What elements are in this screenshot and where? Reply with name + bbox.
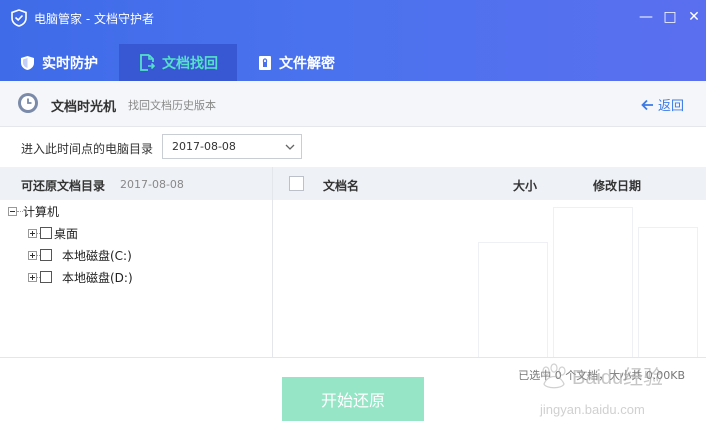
date-selector-label: 进入此时间点的电脑目录 xyxy=(21,142,154,156)
date-dropdown-value: 2017-08-08 xyxy=(172,140,236,153)
tree-checkbox[interactable] xyxy=(40,271,52,283)
window-title: 电脑管家 - 文档守护者 xyxy=(34,12,154,26)
tree-checkbox[interactable] xyxy=(40,227,52,239)
tab-document-recover[interactable]: 文档找回 xyxy=(119,44,237,81)
chevron-down-icon xyxy=(285,144,295,150)
tree-item-drive-d[interactable]: 本地磁盘(D:) xyxy=(28,267,133,287)
tab-label: 文件解密 xyxy=(279,55,335,72)
background-decoration xyxy=(478,242,548,357)
clock-icon xyxy=(18,93,38,113)
expand-icon[interactable] xyxy=(28,250,37,260)
watermark-url: jingyan.baidu.com xyxy=(539,402,645,417)
baidu-watermark-logo: Baidu经验 jingyan.baidu.com xyxy=(539,363,663,417)
tree-item-desktop[interactable]: 桌面 xyxy=(28,223,78,243)
tab-label: 实时防护 xyxy=(42,55,98,72)
directory-panel-header: 可还原文档目录 2017-08-08 xyxy=(0,167,272,200)
tab-bar: 实时防护 文档找回 文件解密 xyxy=(0,44,706,81)
arrow-left-icon xyxy=(641,99,653,110)
select-all-checkbox[interactable] xyxy=(289,176,304,191)
section-title: 文档时光机 xyxy=(51,100,117,115)
file-list-panel: 文档名 大小 修改日期 xyxy=(273,167,706,357)
directory-tree: 计算机 桌面 本地磁盘(C:) 本地磁盘(D:) xyxy=(0,200,272,357)
start-restore-button[interactable]: 开始还原 xyxy=(282,377,424,421)
tab-file-decrypt[interactable]: 文件解密 xyxy=(238,44,358,81)
directory-panel-date: 2017-08-08 xyxy=(120,178,184,191)
shield-logo-icon xyxy=(11,9,27,27)
document-restore-icon xyxy=(140,54,155,71)
maximize-button[interactable]: □ xyxy=(659,6,681,28)
header-bar: 电脑管家 - 文档守护者 — □ ✕ 实时防护 文档找回 文件解密 xyxy=(0,0,706,81)
section-subtitle: 找回文档历史版本 xyxy=(128,99,216,112)
tree-item-label: 桌面 xyxy=(54,226,79,241)
date-dropdown[interactable]: 2017-08-08 xyxy=(162,134,302,159)
file-list-header: 文档名 大小 修改日期 xyxy=(273,167,706,200)
close-button[interactable]: ✕ xyxy=(683,6,705,28)
expand-icon[interactable] xyxy=(28,228,37,238)
title-bar: 电脑管家 - 文档守护者 — □ ✕ xyxy=(0,0,706,36)
minimize-button[interactable]: — xyxy=(635,6,657,28)
tree-item-label: 本地磁盘(D:) xyxy=(62,270,133,285)
column-header-name[interactable]: 文档名 xyxy=(323,177,359,194)
column-header-date[interactable]: 修改日期 xyxy=(593,177,641,194)
section-header: 文档时光机 找回文档历史版本 返回 xyxy=(0,81,706,127)
collapse-icon[interactable] xyxy=(8,206,17,216)
shield-icon xyxy=(21,55,34,70)
tree-item-label: 本地磁盘(C:) xyxy=(62,248,132,263)
tree-item-computer[interactable]: 计算机 xyxy=(8,201,59,221)
expand-icon[interactable] xyxy=(28,272,37,282)
directory-panel: 可还原文档目录 2017-08-08 计算机 桌面 本地磁盘(C:) 本地磁盘(… xyxy=(0,167,273,357)
back-button[interactable]: 返回 xyxy=(641,95,684,114)
background-decoration xyxy=(553,207,633,357)
tab-realtime-protection[interactable]: 实时防护 xyxy=(0,44,118,81)
tree-item-drive-c[interactable]: 本地磁盘(C:) xyxy=(28,245,132,265)
column-header-size[interactable]: 大小 xyxy=(513,177,537,194)
watermark-brand: Baidu经验 xyxy=(572,366,663,389)
date-selector-row: 进入此时间点的电脑目录 2017-08-08 xyxy=(0,127,706,167)
directory-panel-title: 可还原文档目录 xyxy=(21,179,106,193)
tree-checkbox[interactable] xyxy=(40,249,52,261)
tree-item-label: 计算机 xyxy=(23,204,60,219)
background-decoration xyxy=(638,227,698,357)
tab-label: 文档找回 xyxy=(162,55,218,72)
file-lock-icon xyxy=(259,55,271,70)
back-label: 返回 xyxy=(658,99,685,114)
